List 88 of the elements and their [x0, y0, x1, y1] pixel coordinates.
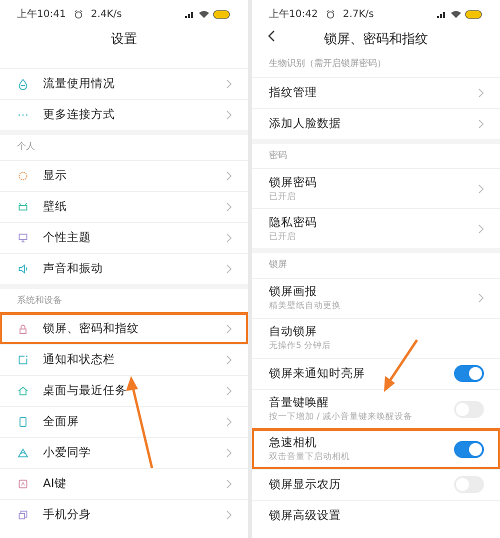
setting-label: 锁屏密码 [269, 174, 317, 190]
settings-row[interactable]: 急速相机 双击音量下启动相机 [252, 428, 500, 468]
setting-label: 显示 [43, 166, 67, 184]
settings-row[interactable]: 锁屏显示农历 [252, 468, 500, 500]
setting-label: 壁纸 [43, 198, 67, 215]
chevron-icon [226, 479, 232, 489]
chevron-icon [478, 184, 484, 194]
setting-label: 隐私密码 [269, 214, 317, 230]
setting-label: 个性主题 [43, 228, 91, 246]
settings-row[interactable]: 显示 [0, 160, 248, 190]
settings-row[interactable]: 锁屏高级设置 [252, 500, 500, 530]
settings-row[interactable]: 通知和状态栏 [0, 344, 248, 375]
setting-label: 声音和振动 [43, 260, 103, 277]
setting-label: AI键 [43, 475, 66, 492]
setting-label: 更多连接方式 [43, 106, 115, 124]
alarm-icon [74, 10, 83, 18]
wifi-icon [451, 10, 461, 18]
page-title: 锁屏、密码和指纹 [324, 31, 428, 50]
section-header: 个人 [16, 140, 36, 154]
setting-label: 自动锁屏 [269, 323, 318, 340]
setting-label: 锁屏来通知时亮屏 [269, 364, 365, 382]
section-header: 锁屏 [268, 258, 288, 272]
network-speed: 2.4K/s [90, 8, 122, 22]
signal-icon [437, 10, 447, 18]
alarm-icon [326, 10, 335, 18]
chevron-icon [226, 355, 232, 365]
chevron-icon [478, 293, 484, 303]
setting-label: 通知和状态栏 [43, 351, 115, 368]
setting-description: 无操作5 分钟后 [269, 340, 332, 353]
chevron-icon [226, 324, 232, 334]
setting-label: 急速相机 [269, 434, 318, 451]
wifi-icon [199, 10, 209, 18]
section-header: 系统和设备 [16, 294, 63, 308]
setting-description: 按一下增加 / 减小音量键来唤醒设备 [269, 411, 412, 424]
settings-row[interactable]: 小爱同学 [0, 437, 248, 468]
setting-label: 锁屏高级设置 [269, 506, 341, 524]
settings-row[interactable]: 流量使用情况 [0, 68, 248, 99]
settings-row[interactable]: 全面屏 [0, 406, 248, 437]
battery-icon [465, 10, 483, 18]
settings-row[interactable]: 手机分身 [0, 499, 248, 530]
network-speed: 2.7K/s [342, 8, 374, 22]
setting-label: 添加人脸数据 [269, 114, 341, 132]
battery-icon [213, 10, 231, 18]
setting-description: 精美壁纸自动更换 [269, 300, 341, 313]
chevron-icon [226, 79, 232, 89]
section-header: 生物识别（需开启锁屏密码） [268, 58, 387, 71]
settings-row[interactable]: 音量键唤醒 按一下增加 / 减小音量键来唤醒设备 [252, 388, 500, 428]
chevron-icon [478, 88, 484, 98]
settings-row[interactable]: 锁屏密码 已开启 [252, 168, 500, 208]
setting-description: 已开启 [269, 230, 297, 244]
chevron-icon [478, 224, 484, 234]
setting-description: 已开启 [269, 190, 297, 204]
setting-label: 锁屏显示农历 [269, 476, 341, 493]
chevron-icon [226, 202, 232, 212]
settings-row[interactable]: AI键 [0, 468, 248, 499]
arrow [384, 339, 418, 392]
chevron-icon [478, 118, 484, 128]
chevron-icon [226, 264, 232, 274]
setting-label: 全面屏 [43, 413, 79, 430]
settings-row[interactable]: 锁屏、密码和指纹 [0, 313, 248, 344]
settings-row[interactable]: 指纹管理 [252, 76, 500, 108]
chevron-icon [226, 110, 232, 120]
chevron-icon [226, 510, 232, 520]
setting-label: 音量键唤醒 [269, 394, 330, 411]
chevron-icon [226, 448, 232, 458]
toggle-switch[interactable] [454, 365, 484, 382]
setting-label: 指纹管理 [269, 84, 317, 101]
chevron-icon [226, 386, 232, 396]
setting-label: 锁屏画报 [269, 283, 318, 300]
setting-label: 手机分身 [43, 506, 91, 524]
setting-description: 双击音量下启动相机 [269, 451, 350, 464]
page-title: 设置 [111, 31, 137, 50]
status-time: 上午10:42 [269, 8, 318, 22]
settings-row[interactable]: 壁纸 [0, 190, 248, 222]
chevron-icon [226, 170, 232, 180]
chevron-icon [226, 417, 232, 427]
settings-row[interactable]: 锁屏画报 精美壁纸自动更换 [252, 278, 500, 318]
toggle-switch[interactable] [454, 440, 484, 458]
setting-label: 流量使用情况 [43, 75, 115, 92]
status-time: 上午10:41 [17, 8, 66, 22]
chevron-icon [226, 232, 232, 242]
settings-row[interactable]: 自动锁屏 无操作5 分钟后 [252, 318, 500, 358]
setting-label: 小爱同学 [43, 444, 91, 462]
settings-row[interactable]: 个性主题 [0, 222, 248, 252]
setting-label: 锁屏、密码和指纹 [43, 320, 139, 338]
setting-label: 桌面与最近任务 [43, 382, 127, 400]
section-header: 密码 [268, 150, 288, 162]
signal-icon [185, 10, 195, 18]
